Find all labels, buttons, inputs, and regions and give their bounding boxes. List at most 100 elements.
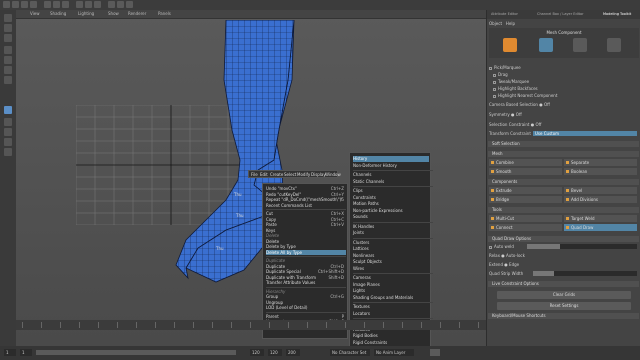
submenu-item[interactable]: Rigid Bodies — [353, 333, 429, 339]
quad-draw-button[interactable]: Quad Draw — [564, 224, 637, 231]
symmetry-row[interactable]: Symmetry ● Off — [489, 112, 522, 118]
edit-menu-item[interactable]: Transfer Attribute Values — [266, 280, 346, 286]
open-scene-icon[interactable] — [21, 1, 28, 8]
connect-button[interactable]: Connect — [489, 224, 562, 231]
mesh-section-header[interactable]: Mesh — [488, 151, 639, 157]
edit-menu-item[interactable]: Delete All by Type — [266, 249, 346, 255]
viewport-menu-panels[interactable]: Panels — [158, 11, 171, 16]
highlight-backfaces-row[interactable]: Highlight Backfaces — [493, 86, 538, 92]
submenu-item[interactable]: Shading Groups and Materials — [353, 295, 429, 301]
viewport-menu-shading[interactable]: Shading — [50, 11, 66, 16]
submenu-item[interactable]: Clusters — [353, 240, 429, 246]
transform-constraint-dropdown[interactable]: Use Custom — [533, 131, 637, 136]
keyboard-mouse-shortcuts-header[interactable]: Keyboard/Mouse Shortcuts — [488, 313, 639, 319]
bridge-button[interactable]: Bridge — [489, 196, 562, 203]
submenu-item[interactable]: Constraints — [353, 195, 429, 201]
face-mode-icon[interactable] — [607, 38, 621, 52]
select-tool-icon[interactable] — [4, 14, 12, 22]
viewport-menu-view[interactable]: View — [30, 11, 40, 16]
four-view-layout-icon[interactable] — [4, 118, 12, 126]
highlight-nearest-row[interactable]: Highlight Nearest Component — [493, 93, 557, 99]
object-mode-icon[interactable] — [503, 38, 517, 52]
max-time-field[interactable]: 200 — [286, 349, 300, 356]
submenu-item[interactable]: Locators — [353, 311, 429, 317]
time-slider[interactable] — [16, 320, 486, 330]
pick-marquee-checkbox[interactable] — [489, 66, 492, 70]
submenu-item[interactable]: Joints — [353, 230, 429, 236]
components-section-header[interactable]: Components — [488, 179, 639, 185]
rotate-tool-icon[interactable] — [4, 56, 12, 64]
edit-menu-item[interactable]: Recent Commands List — [266, 203, 346, 209]
edit-menu-item[interactable]: LOD (Level of Detail) — [266, 305, 346, 311]
new-scene-icon[interactable] — [12, 1, 19, 8]
render-icon[interactable] — [108, 1, 115, 8]
submenu-item[interactable]: History — [353, 156, 429, 162]
viewport-menu-lighting[interactable]: Lighting — [78, 11, 94, 16]
side-by-side-layout-icon[interactable] — [4, 128, 12, 136]
edge-mode-icon[interactable] — [573, 38, 587, 52]
character-set-dropdown[interactable]: No Character Set — [330, 349, 370, 356]
submenu-item[interactable]: Nonlinears — [353, 253, 429, 259]
hotbox-menu-edit[interactable]: Edit — [260, 172, 268, 177]
paint-select-icon[interactable] — [4, 34, 12, 42]
move-tool-icon[interactable] — [4, 46, 12, 54]
clear-grids-button[interactable]: Clear Grids — [497, 291, 631, 299]
bevel-button[interactable]: Bevel — [564, 187, 637, 194]
drag-row[interactable]: Drag — [493, 72, 508, 78]
reset-settings-button[interactable]: Reset Settings — [497, 302, 631, 310]
viewport-menu-show[interactable]: Show — [108, 11, 119, 16]
auto-weld-row[interactable]: Auto weld — [489, 244, 514, 250]
hotbox-menu-display[interactable]: Display — [311, 172, 326, 177]
panel-menu-help[interactable]: Help — [506, 21, 515, 26]
submenu-item[interactable]: Sounds — [353, 214, 429, 220]
submenu-item[interactable]: Non-Deformer History — [353, 163, 429, 169]
submenu-item[interactable]: Motion Paths — [353, 201, 429, 207]
submenu-item[interactable]: Cameras — [353, 275, 429, 281]
extend-row[interactable]: Extend ● Edge — [489, 262, 519, 268]
quad-draw-options-header[interactable]: Quad Draw Options — [488, 236, 639, 242]
tab-modeling-toolkit[interactable]: Modeling Toolkit — [603, 12, 631, 16]
highlight-backfaces-checkbox[interactable] — [493, 87, 496, 91]
submenu-item[interactable]: IK Handles — [353, 224, 429, 230]
ipr-render-icon[interactable] — [117, 1, 124, 8]
separate-button[interactable]: Separate — [564, 159, 637, 166]
boolean-button[interactable]: Boolean — [564, 168, 637, 175]
selection-constraint-row[interactable]: Selection Constraint ● Off — [489, 122, 541, 128]
submenu-item[interactable]: Wires — [353, 266, 429, 272]
submenu-item[interactable]: Textures — [353, 304, 429, 310]
target-weld-button[interactable]: Target Weld — [564, 215, 637, 222]
hotbox-menu-select[interactable]: Select — [284, 172, 296, 177]
lasso-tool-icon[interactable] — [4, 24, 12, 32]
submenu-item[interactable]: Lights — [353, 288, 429, 294]
submenu-item[interactable]: Image Planes — [353, 282, 429, 288]
snap-point-icon[interactable] — [94, 1, 101, 8]
live-constraint-options-header[interactable]: Live Constraint Options — [488, 281, 639, 287]
persp-outliner-layout-icon[interactable] — [4, 148, 12, 156]
camera-based-row[interactable]: Camera Based Selection ● Off — [489, 102, 550, 108]
mode-icon[interactable] — [3, 1, 10, 8]
snap-grid-icon[interactable] — [76, 1, 83, 8]
submenu-item[interactable]: Sculpt Objects — [353, 259, 429, 265]
relax-row[interactable]: Relax ● Auto-lock — [489, 253, 525, 259]
auto-weld-checkbox[interactable] — [489, 245, 492, 249]
hotbox-menu-file[interactable]: File — [251, 172, 258, 177]
preferences-icon[interactable] — [430, 349, 440, 356]
tools-section-header[interactable]: Tools — [488, 207, 639, 213]
submenu-item[interactable]: Static Channels — [353, 179, 429, 185]
quad-strip-width-slider[interactable] — [533, 271, 637, 276]
hotbox-menu-window[interactable]: Window — [325, 172, 341, 177]
multi-cut-button[interactable]: Multi-Cut — [489, 215, 562, 222]
soft-selection-header[interactable]: Soft Selection — [488, 141, 639, 147]
add-divisions-button[interactable]: Add Divisions — [564, 196, 637, 203]
combine-button[interactable]: Combine — [489, 159, 562, 166]
snap-curve-icon[interactable] — [85, 1, 92, 8]
smooth-button[interactable]: Smooth — [489, 168, 562, 175]
submenu-item[interactable]: Clips — [353, 188, 429, 194]
hotbox-menu-modify[interactable]: Modify — [297, 172, 310, 177]
scale-tool-icon[interactable] — [4, 66, 12, 74]
select-by-component-icon[interactable] — [62, 1, 69, 8]
submenu-item[interactable]: Lattices — [353, 246, 429, 252]
panel-menu-object[interactable]: Object — [489, 21, 502, 26]
end-time-field[interactable]: 120 — [268, 349, 282, 356]
viewport-menu-renderer[interactable]: Renderer — [128, 11, 146, 16]
